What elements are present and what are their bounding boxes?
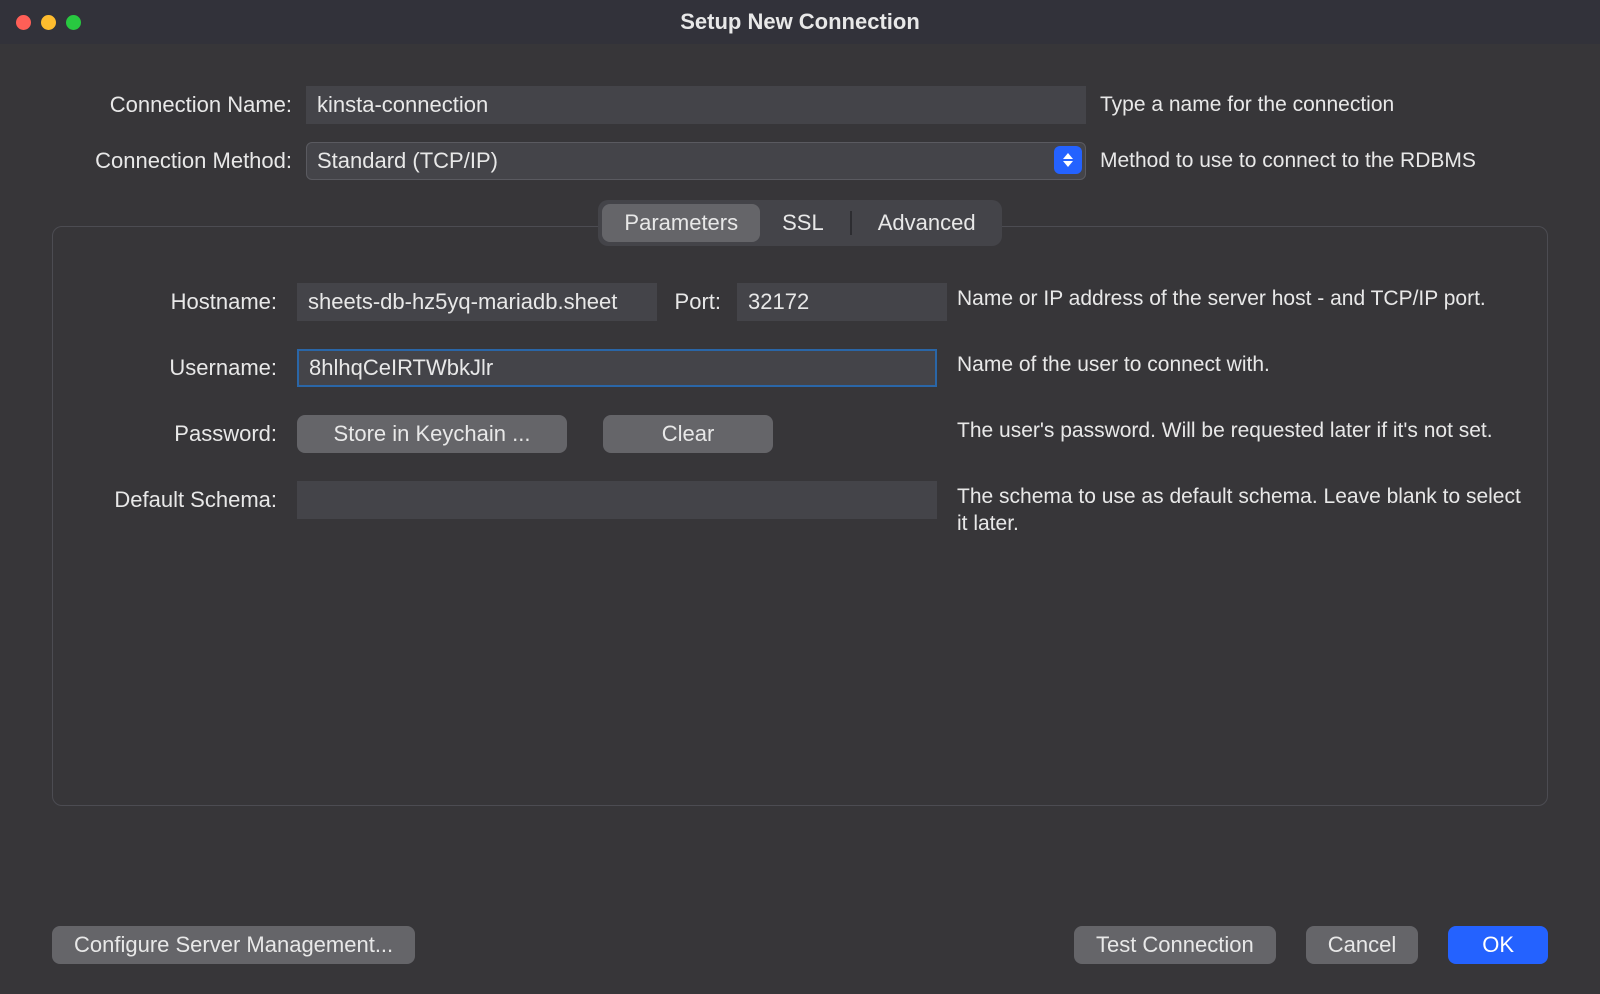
password-label: Password: — [77, 415, 277, 453]
hostname-help: Name or IP address of the server host - … — [957, 283, 1523, 312]
cancel-button[interactable]: Cancel — [1306, 926, 1418, 964]
configure-server-button[interactable]: Configure Server Management... — [52, 926, 415, 964]
test-connection-button[interactable]: Test Connection — [1074, 926, 1276, 964]
default-schema-help: The schema to use as default schema. Lea… — [957, 481, 1523, 538]
port-input[interactable] — [737, 283, 947, 321]
clear-password-button[interactable]: Clear — [603, 415, 773, 453]
connection-method-help: Method to use to connect to the RDBMS — [1100, 147, 1548, 174]
connection-name-help: Type a name for the connection — [1100, 91, 1548, 118]
hostname-label: Hostname: — [77, 283, 277, 321]
tab-advanced[interactable]: Advanced — [856, 204, 998, 242]
default-schema-input[interactable] — [297, 481, 937, 519]
close-window-button[interactable] — [16, 15, 31, 30]
connection-method-value[interactable] — [306, 142, 1086, 180]
hostname-input[interactable] — [297, 283, 657, 321]
ok-button[interactable]: OK — [1448, 926, 1548, 964]
username-label: Username: — [77, 349, 277, 387]
username-input[interactable] — [297, 349, 937, 387]
username-help: Name of the user to connect with. — [957, 349, 1523, 378]
tab-parameters[interactable]: Parameters — [602, 204, 760, 242]
dropdown-chevron-icon — [1054, 146, 1082, 174]
store-keychain-button[interactable]: Store in Keychain ... — [297, 415, 567, 453]
port-label: Port: — [667, 289, 727, 315]
tab-ssl[interactable]: SSL — [760, 204, 846, 242]
tabs: Parameters SSL Advanced — [598, 200, 1001, 246]
tab-separator — [850, 211, 852, 235]
connection-method-label: Connection Method: — [52, 148, 292, 174]
window-controls — [16, 15, 81, 30]
connection-name-label: Connection Name: — [52, 92, 292, 118]
connection-name-input[interactable] — [306, 86, 1086, 124]
default-schema-label: Default Schema: — [77, 481, 277, 538]
minimize-window-button[interactable] — [41, 15, 56, 30]
parameters-panel: Hostname: Port: Name or IP address of th… — [52, 226, 1548, 806]
connection-method-select[interactable] — [306, 142, 1086, 180]
window-title: Setup New Connection — [680, 9, 920, 35]
maximize-window-button[interactable] — [66, 15, 81, 30]
password-help: The user's password. Will be requested l… — [957, 415, 1523, 444]
window-titlebar: Setup New Connection — [0, 0, 1600, 44]
